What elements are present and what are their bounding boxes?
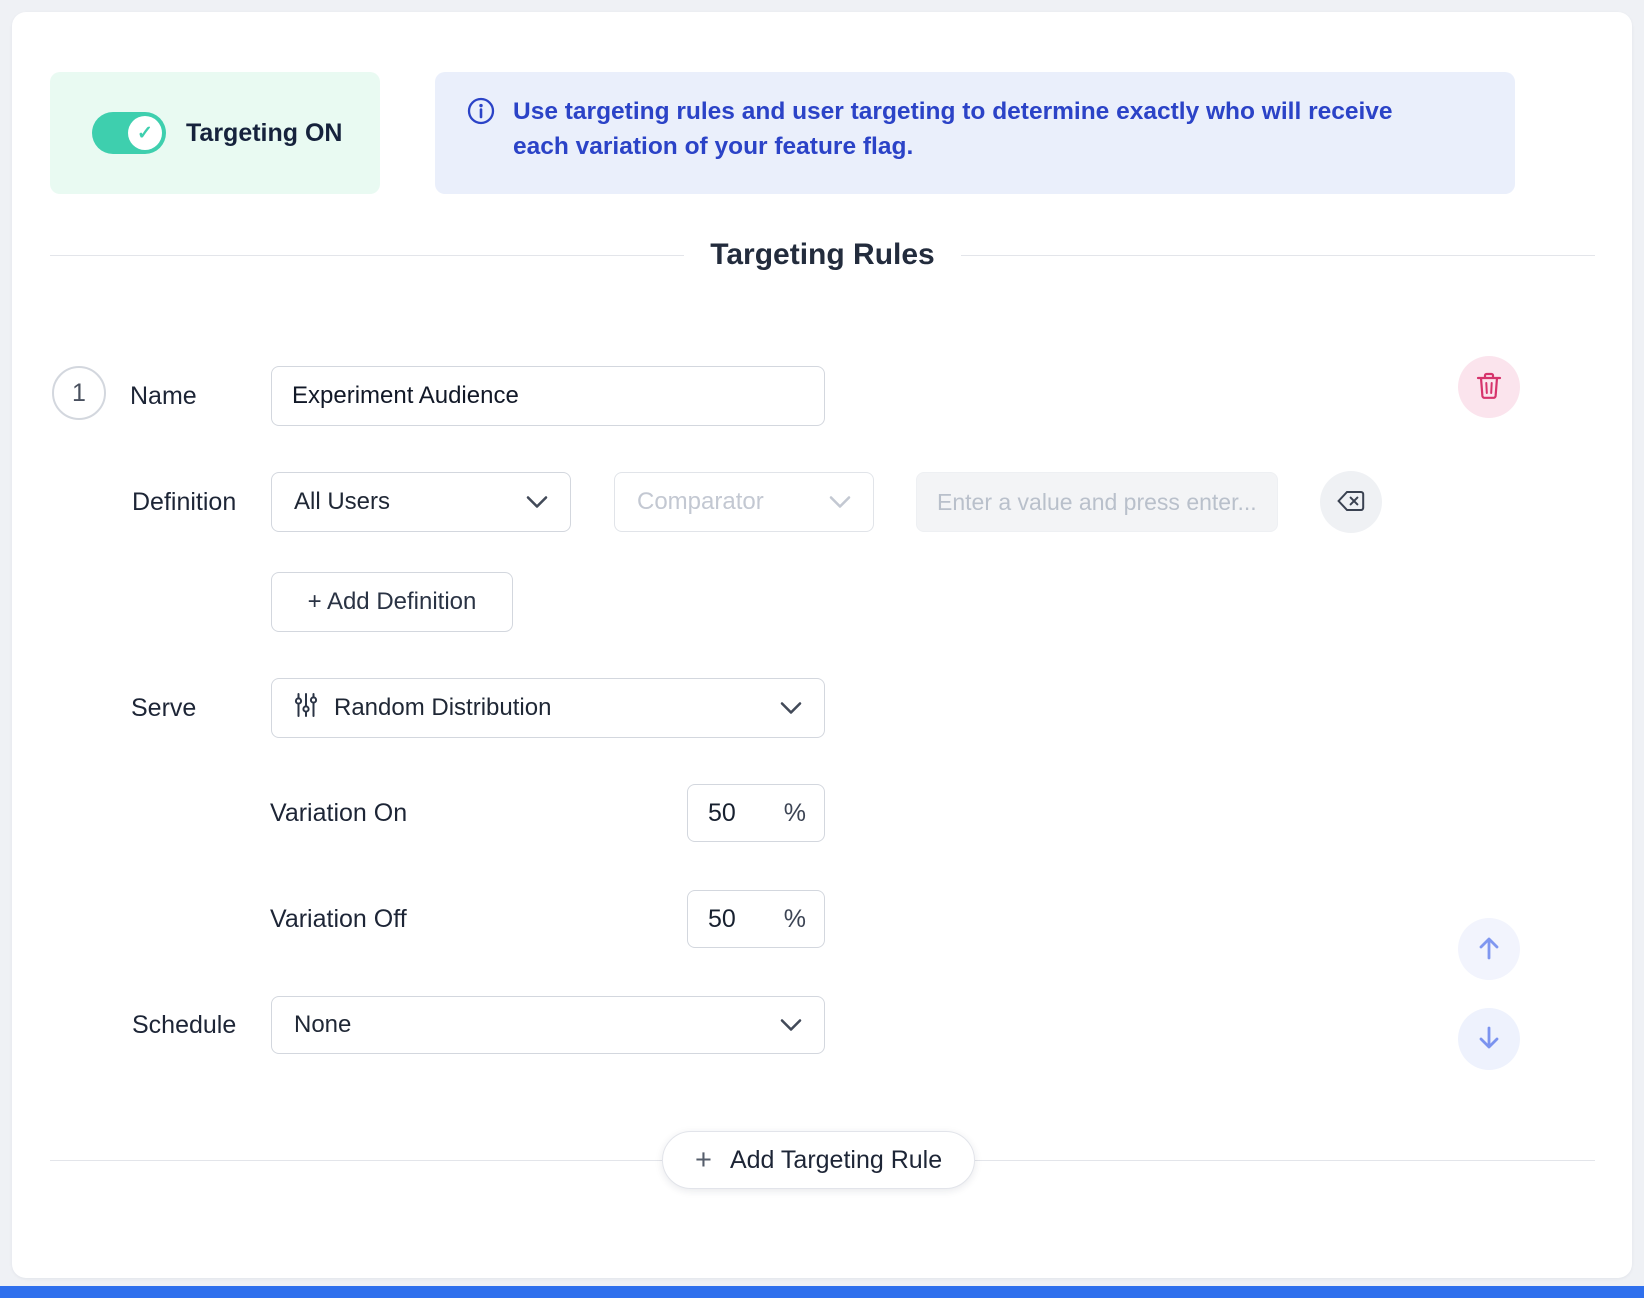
- serve-select-value: Random Distribution: [334, 694, 551, 722]
- chevron-down-icon: [780, 1011, 802, 1039]
- comparator-select[interactable]: Comparator: [614, 472, 874, 532]
- move-rule-up-button[interactable]: [1458, 918, 1520, 980]
- audience-select[interactable]: All Users: [271, 472, 571, 532]
- rule-number-badge: 1: [52, 366, 106, 420]
- schedule-label: Schedule: [132, 996, 236, 1054]
- definition-label: Definition: [132, 472, 236, 532]
- audience-select-value: All Users: [294, 488, 390, 516]
- targeting-panel: ✓ Targeting ON Use targeting rules and u…: [12, 12, 1632, 1278]
- variation-off-input[interactable]: [706, 904, 768, 935]
- variation-on-input[interactable]: [706, 798, 768, 829]
- targeting-toggle-label: Targeting ON: [186, 119, 342, 148]
- info-banner: Use targeting rules and user targeting t…: [435, 72, 1515, 194]
- variation-off-label: Variation Off: [270, 890, 407, 948]
- trash-icon: [1476, 372, 1502, 403]
- variation-on-label: Variation On: [270, 784, 407, 842]
- info-icon: [467, 97, 495, 194]
- arrow-down-icon: [1475, 1023, 1503, 1056]
- definition-value-input[interactable]: [916, 472, 1278, 532]
- delete-rule-button[interactable]: [1458, 356, 1520, 418]
- chevron-down-icon: [829, 488, 851, 516]
- variation-off-field: %: [687, 890, 825, 948]
- schedule-select[interactable]: None: [271, 996, 825, 1054]
- bottom-accent-bar: [0, 1286, 1644, 1298]
- divider-line: [961, 255, 1595, 256]
- backspace-icon: [1337, 490, 1365, 515]
- add-definition-button[interactable]: + Add Definition: [271, 572, 513, 632]
- percent-suffix: %: [784, 799, 806, 828]
- clear-definition-button[interactable]: [1320, 471, 1382, 533]
- chevron-down-icon: [780, 694, 802, 722]
- name-label: Name: [130, 366, 197, 426]
- serve-select[interactable]: Random Distribution: [271, 678, 825, 738]
- sliders-icon: [294, 692, 318, 725]
- info-banner-text: Use targeting rules and user targeting t…: [513, 94, 1445, 194]
- section-title: Targeting Rules: [710, 238, 934, 272]
- schedule-select-value: None: [294, 1011, 351, 1039]
- serve-label: Serve: [131, 678, 196, 738]
- variation-on-field: %: [687, 784, 825, 842]
- add-targeting-rule-button[interactable]: + Add Targeting Rule: [662, 1131, 975, 1189]
- targeting-toggle[interactable]: ✓: [92, 112, 166, 154]
- rule-name-input[interactable]: [271, 366, 825, 426]
- add-targeting-rule-label: Add Targeting Rule: [730, 1146, 942, 1175]
- divider-line: [50, 255, 684, 256]
- targeting-rules-header: Targeting Rules: [50, 238, 1595, 272]
- toggle-check-icon: ✓: [128, 116, 162, 150]
- targeting-toggle-card: ✓ Targeting ON: [50, 72, 380, 194]
- comparator-placeholder: Comparator: [637, 488, 764, 516]
- chevron-down-icon: [526, 488, 548, 516]
- arrow-up-icon: [1475, 933, 1503, 966]
- plus-icon: +: [695, 1144, 712, 1177]
- move-rule-down-button[interactable]: [1458, 1008, 1520, 1070]
- percent-suffix: %: [784, 905, 806, 934]
